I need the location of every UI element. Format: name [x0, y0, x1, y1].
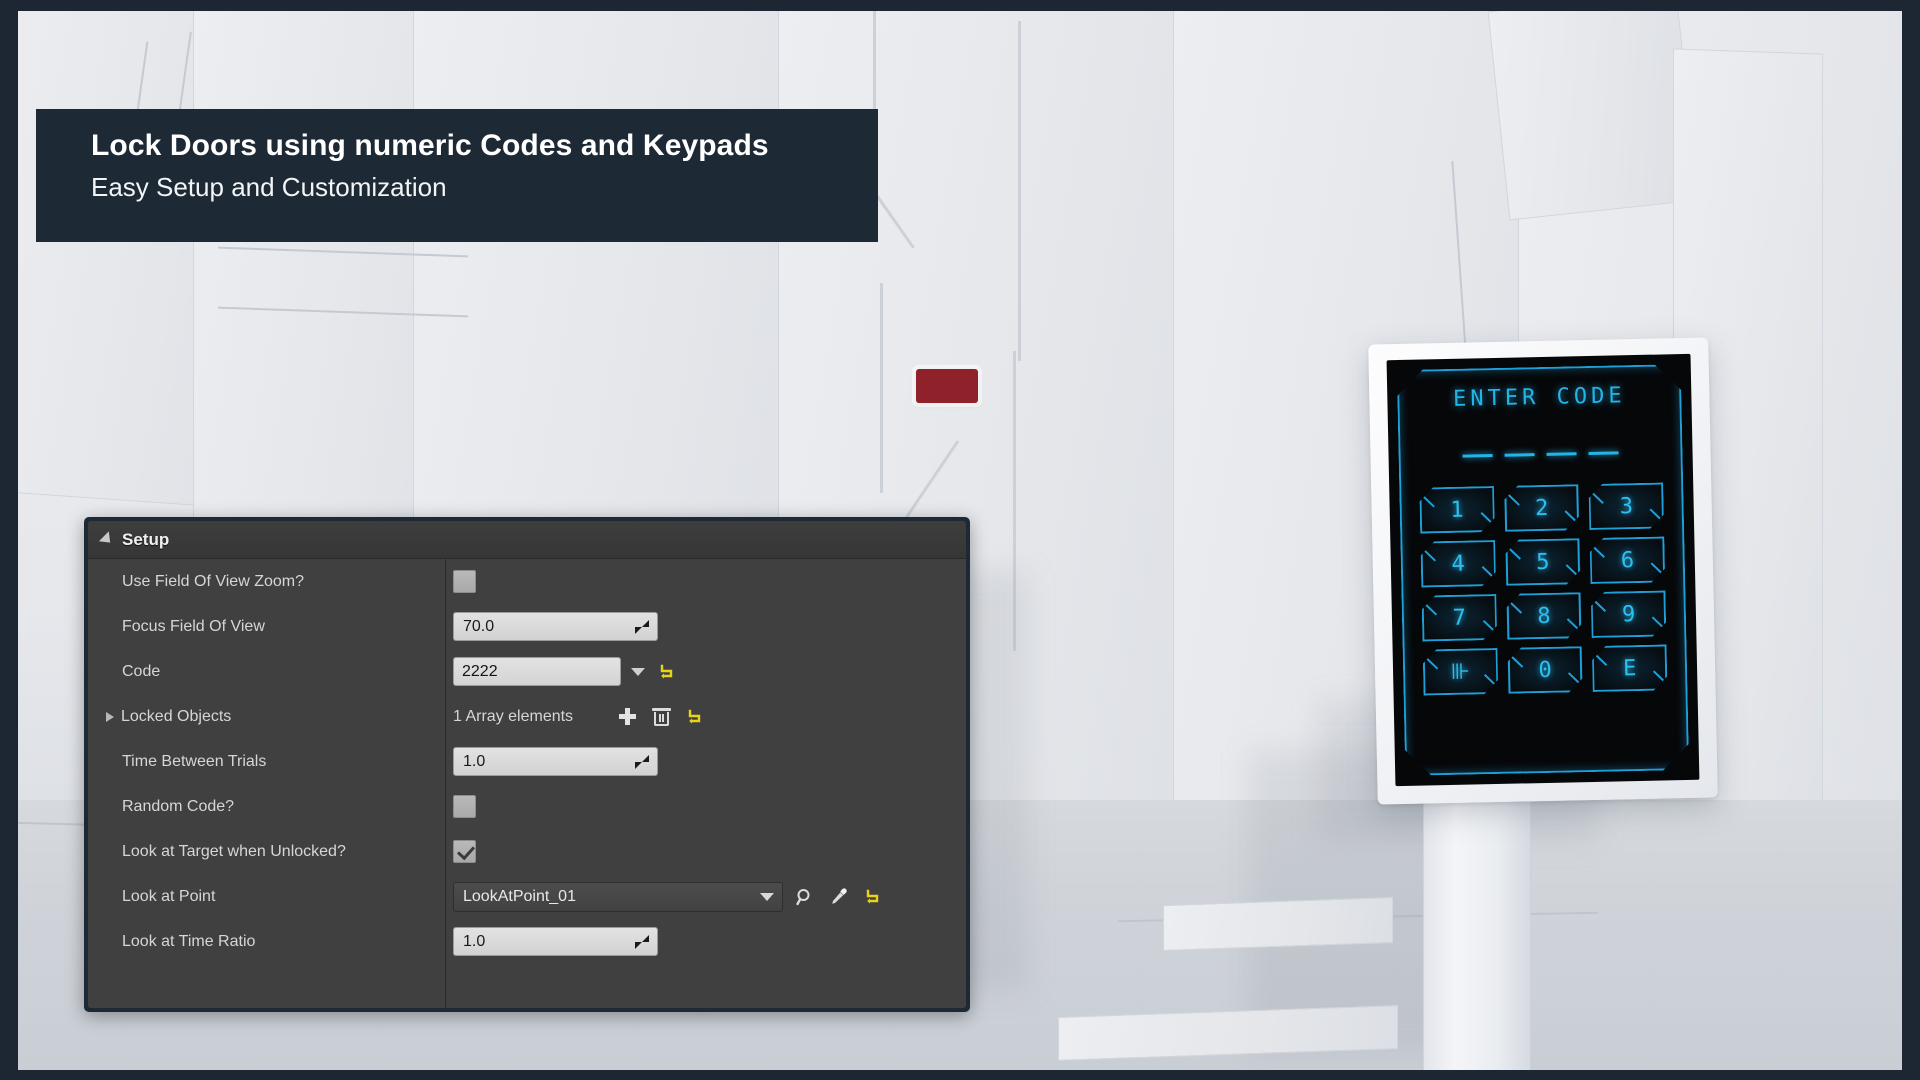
- keypad-key-6[interactable]: 6: [1590, 536, 1666, 584]
- property-value: 1.0: [445, 747, 966, 776]
- look-at-target-checkbox[interactable]: [453, 840, 476, 863]
- code-dash-1: [1462, 454, 1493, 458]
- look-at-time-ratio-value: 1.0: [463, 932, 486, 950]
- property-row-look-at-time-ratio: Look at Time Ratio 1.0: [88, 919, 966, 964]
- keypad-screen[interactable]: ENTER CODE 1 2 3 4 5 6 7 8 9 ⊪ 0 E: [1386, 353, 1700, 787]
- property-label: Locked Objects: [88, 708, 445, 726]
- delete-array-button[interactable]: [649, 705, 673, 729]
- keypad-key-8[interactable]: 8: [1506, 592, 1582, 640]
- property-label: Look at Point: [122, 887, 216, 905]
- screenshot-frame: ENTER CODE 1 2 3 4 5 6 7 8 9 ⊪ 0 E Lock …: [0, 0, 1920, 1080]
- setup-section-header[interactable]: Setup: [88, 521, 966, 559]
- keypad-key-clear[interactable]: E: [1592, 644, 1668, 692]
- property-label: Focus Field Of View: [122, 617, 265, 635]
- property-value: 2222: [445, 657, 966, 686]
- column-splitter[interactable]: [445, 559, 446, 1008]
- keypad-button-grid: 1 2 3 4 5 6 7 8 9 ⊪ 0 E: [1419, 482, 1667, 695]
- keypad-device[interactable]: ENTER CODE 1 2 3 4 5 6 7 8 9 ⊪ 0 E: [1368, 337, 1718, 805]
- locked-objects-label: Locked Objects: [121, 707, 232, 725]
- expand-triangle-icon[interactable]: [106, 711, 114, 722]
- look-at-time-ratio-spinner[interactable]: 1.0: [453, 927, 658, 956]
- property-value: 1.0: [445, 927, 966, 956]
- property-value: LookAtPoint_01: [445, 881, 966, 912]
- property-row-look-at-target-when-unlocked: Look at Target when Unlocked?: [88, 829, 966, 874]
- reset-to-default-button[interactable]: [861, 885, 885, 909]
- focus-fov-spinner[interactable]: 70.0: [453, 612, 658, 641]
- time-between-trials-value: 1.0: [463, 752, 486, 770]
- code-dash-4: [1588, 451, 1619, 456]
- spinner-arrows-icon[interactable]: [635, 619, 649, 634]
- random-code-checkbox[interactable]: [453, 795, 476, 818]
- code-dash-3: [1546, 452, 1577, 456]
- keypad-key-1[interactable]: 1: [1419, 486, 1495, 534]
- property-row-look-at-point: Look at Point LookAtPoint_01: [88, 874, 966, 919]
- property-row-use-fov-zoom: Use Field Of View Zoom?: [88, 559, 966, 604]
- property-row-time-between-trials: Time Between Trials 1.0: [88, 739, 966, 784]
- spinner-arrows-icon[interactable]: [635, 754, 649, 769]
- code-value: 2222: [462, 662, 498, 680]
- title-banner: Lock Doors using numeric Codes and Keypa…: [36, 109, 878, 242]
- property-label: Use Field Of View Zoom?: [122, 572, 304, 590]
- banner-title: Lock Doors using numeric Codes and Keypa…: [91, 129, 769, 162]
- keypad-key-0[interactable]: 0: [1507, 646, 1583, 694]
- keypad-key-5[interactable]: 5: [1505, 538, 1581, 586]
- property-value: [445, 840, 966, 863]
- look-at-point-combo[interactable]: LookAtPoint_01: [453, 881, 783, 912]
- look-at-point-value: LookAtPoint_01: [463, 887, 576, 905]
- chevron-down-icon[interactable]: [760, 892, 774, 901]
- spinner-arrows-icon[interactable]: [635, 934, 649, 949]
- property-label: Look at Target when Unlocked?: [122, 842, 346, 860]
- property-value: 70.0: [445, 612, 966, 641]
- property-value: [445, 795, 966, 818]
- keypad-bezel: ENTER CODE 1 2 3 4 5 6 7 8 9 ⊪ 0 E: [1368, 337, 1718, 805]
- code-input[interactable]: 2222: [453, 657, 621, 686]
- setup-section-title: Setup: [122, 529, 170, 549]
- property-label: Look at Time Ratio: [122, 932, 256, 950]
- property-row-code: Code 2222: [88, 649, 966, 694]
- keypad-key-2[interactable]: 2: [1504, 484, 1580, 532]
- array-element-count: 1 Array elements: [453, 707, 574, 725]
- banner-subtitle: Easy Setup and Customization: [91, 171, 447, 202]
- eyedropper-picker-button[interactable]: [827, 885, 851, 909]
- property-value: [445, 570, 966, 593]
- viewport-3d: ENTER CODE 1 2 3 4 5 6 7 8 9 ⊪ 0 E Lock …: [18, 11, 1902, 1070]
- red-indicator-plate: [916, 369, 978, 403]
- chevron-down-icon[interactable]: [631, 667, 645, 676]
- property-row-focus-fov: Focus Field Of View 70.0: [88, 604, 966, 649]
- reset-to-default-button[interactable]: [655, 660, 679, 684]
- property-label: Time Between Trials: [122, 752, 267, 770]
- property-row-random-code: Random Code?: [88, 784, 966, 829]
- property-row-locked-objects: Locked Objects 1 Array elements: [88, 694, 966, 739]
- collapse-triangle-icon[interactable]: [98, 531, 116, 548]
- property-label: Code: [122, 662, 161, 680]
- property-label: Random Code?: [122, 797, 235, 815]
- setup-properties-list: Use Field Of View Zoom? Focus Field Of V…: [88, 559, 966, 1008]
- keypad-key-backspace[interactable]: ⊪: [1423, 648, 1499, 696]
- door-edge-bottom-left: [880, 283, 883, 493]
- upper-right-bevel: [1487, 11, 1699, 221]
- focus-fov-value: 70.0: [463, 617, 495, 635]
- use-fov-zoom-checkbox[interactable]: [453, 570, 476, 593]
- details-panel: Setup Use Field Of View Zoom? Focus Fiel…: [84, 517, 970, 1012]
- door-edge-right: [1018, 21, 1021, 361]
- browse-to-asset-button[interactable]: [793, 885, 817, 909]
- floor-step: [1163, 896, 1393, 952]
- property-value: 1 Array elements: [445, 705, 966, 729]
- keypad-key-7[interactable]: 7: [1421, 594, 1497, 642]
- reset-to-default-button[interactable]: [683, 705, 707, 729]
- keypad-key-4[interactable]: 4: [1420, 540, 1496, 588]
- add-array-element-button[interactable]: [615, 705, 639, 729]
- code-dash-2: [1504, 453, 1535, 457]
- keypad-key-3[interactable]: 3: [1589, 482, 1665, 530]
- keypad-key-9[interactable]: 9: [1591, 590, 1667, 638]
- time-between-trials-spinner[interactable]: 1.0: [453, 747, 658, 776]
